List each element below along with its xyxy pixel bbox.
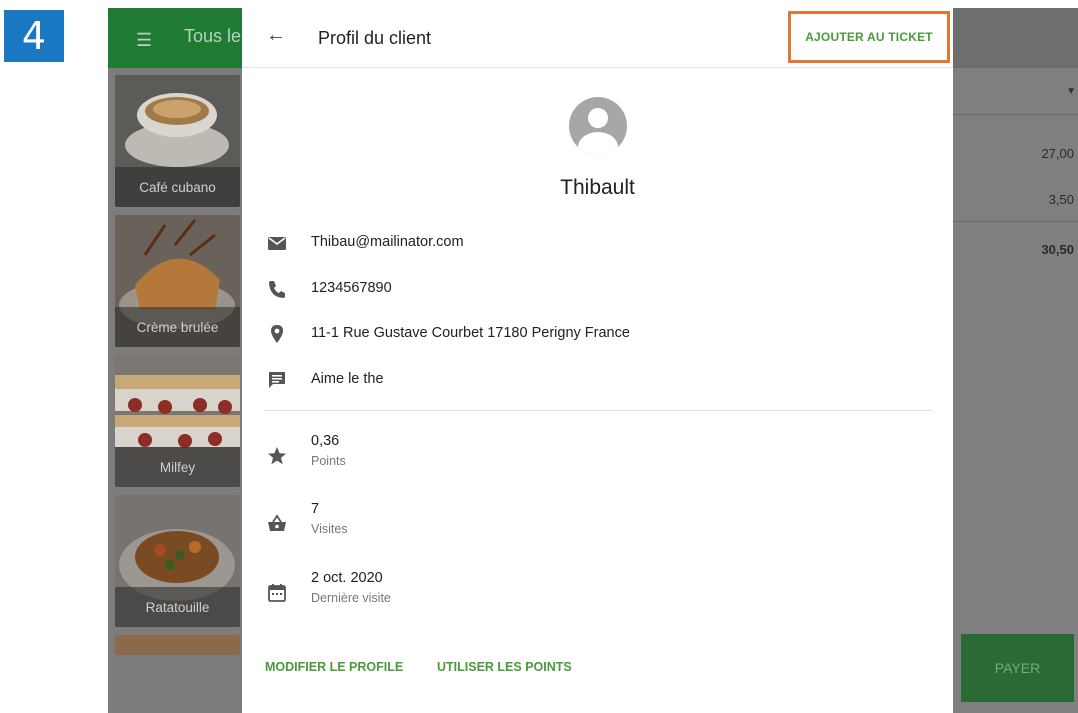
section-divider (264, 410, 932, 411)
menu-icon[interactable]: ☰ (136, 30, 152, 51)
email-row: Thibau@mailinator.com (242, 228, 953, 258)
ticket-total-amount: 30,50 (1041, 242, 1074, 257)
visits-value: 7 (311, 501, 320, 517)
last-visit-value: 2 oct. 2020 (311, 570, 383, 586)
address-text: 11-1 Rue Gustave Courbet 17180 Perigny F… (311, 325, 630, 341)
product-tile[interactable] (115, 635, 240, 655)
points-row: 0,36 Points (242, 433, 953, 475)
dialog-title: Profil du client (318, 28, 432, 48)
email-text: Thibau@mailinator.com (311, 234, 464, 250)
basket-icon (266, 513, 288, 535)
last-visit-label: Dernière visite (311, 591, 391, 605)
step-number-badge: 4 (4, 10, 64, 62)
ticket-panel: ▼ 27,00 3,50 30,50 (953, 68, 1078, 713)
product-tile[interactable]: Crème brulée (115, 215, 240, 347)
address-row: 11-1 Rue Gustave Courbet 17180 Perigny F… (242, 319, 953, 349)
visits-label: Visites (311, 522, 348, 536)
product-tile[interactable]: Café cubano (115, 75, 240, 207)
location-icon (266, 323, 288, 345)
phone-text: 1234567890 (311, 280, 392, 296)
customer-profile-dialog: ← Profil du client AJOUTER AU TICKET Thi… (242, 8, 953, 713)
product-label: Café cubano (115, 167, 240, 207)
star-icon (266, 445, 288, 467)
ticket-line-amount: 3,50 (1048, 192, 1074, 207)
pay-button[interactable]: PAYER (961, 634, 1074, 702)
product-label: Ratatouille (115, 587, 240, 627)
ticket-line-amount: 27,00 (1041, 146, 1074, 161)
comment-row: Aime le the (242, 365, 953, 395)
product-label: Crème brulée (115, 307, 240, 347)
calendar-icon (266, 582, 288, 604)
background-app-title: Tous le (184, 26, 242, 46)
dropdown-arrow-icon[interactable]: ▼ (1066, 86, 1076, 97)
divider (953, 114, 1078, 115)
background-ticket-bar: ⋮ (953, 8, 1078, 68)
phone-icon (266, 278, 288, 300)
edit-profile-button[interactable]: MODIFIER LE PROFILE (265, 660, 403, 674)
points-value: 0,36 (311, 433, 340, 449)
phone-row: 1234567890 (242, 274, 953, 304)
divider (953, 221, 1078, 222)
comment-text: Aime le the (311, 371, 384, 387)
product-tile[interactable]: Ratatouille (115, 495, 240, 627)
comment-icon (266, 369, 288, 391)
client-name: Thibault (560, 176, 635, 199)
add-to-ticket-button[interactable]: AJOUTER AU TICKET (788, 11, 950, 63)
product-grid: Café cubano Crème brulée Milfey Ratatoui… (108, 68, 242, 713)
visits-row: 7 Visites (242, 501, 953, 543)
back-arrow-icon[interactable]: ← (266, 24, 286, 47)
email-icon (266, 232, 288, 254)
product-tile[interactable]: Milfey (115, 355, 240, 487)
last-visit-row: 2 oct. 2020 Dernière visite (242, 570, 953, 612)
tablet-screen: ☰ Tous le ⋮ Café cubano Cr (108, 8, 1078, 713)
use-points-button[interactable]: UTILISER LES POINTS (437, 660, 572, 674)
dialog-header: ← Profil du client AJOUTER AU TICKET (242, 8, 953, 68)
product-label: Milfey (115, 447, 240, 487)
avatar-icon (569, 97, 627, 155)
points-label: Points (311, 454, 346, 468)
